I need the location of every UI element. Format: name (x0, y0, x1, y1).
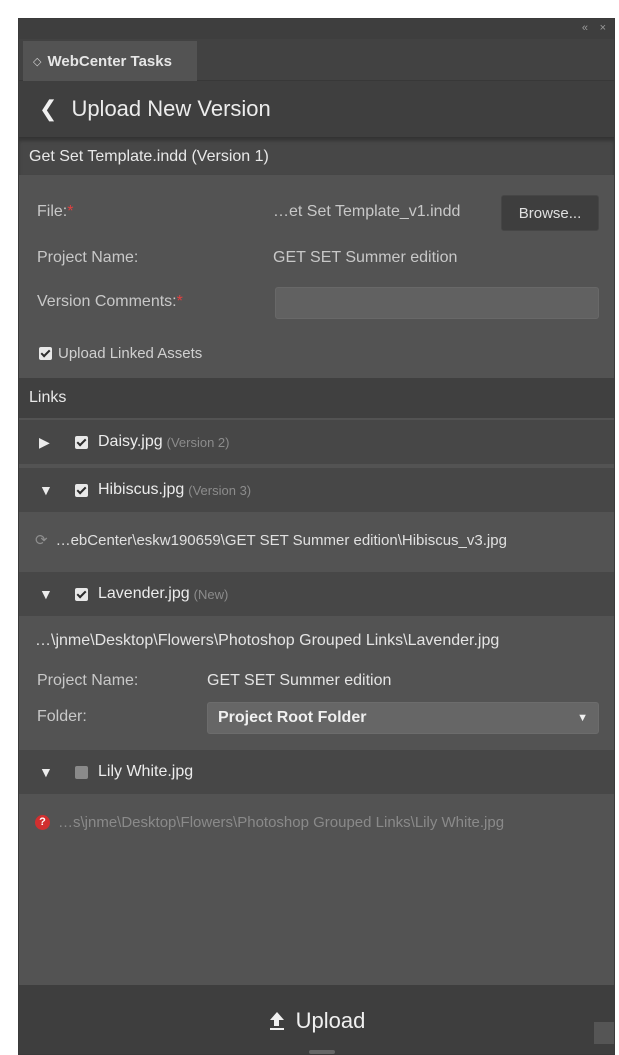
folder-select[interactable]: Project Root Folder ▼ (207, 702, 599, 734)
link-path: …\jnme\Desktop\Flowers\Photoshop Grouped… (35, 632, 500, 649)
tab-bar: ◇ WebCenter Tasks (19, 39, 614, 81)
empty-area (19, 851, 614, 985)
resize-handle[interactable] (594, 1022, 614, 1044)
collapse-panel-icon[interactable]: « (582, 22, 588, 34)
link-path-lily-white: ? …s\jnme\Desktop\Flowers\Photoshop Grou… (19, 794, 614, 850)
webcenter-tasks-panel: « × ◇ WebCenter Tasks ❮ Upload New Versi… (18, 18, 615, 1055)
link-name: Hibiscus.jpg (98, 481, 185, 498)
version-comments-label: Version Comments:* (37, 293, 183, 310)
collapse-triangle-icon[interactable]: ▼ (39, 482, 53, 498)
required-mark: * (176, 293, 183, 310)
tab-label: WebCenter Tasks (47, 52, 172, 70)
link-checkbox[interactable] (75, 435, 88, 449)
required-mark: * (67, 203, 74, 220)
link-item-hibiscus[interactable]: ▼ Hibiscus.jpg (Version 3) (19, 468, 614, 512)
link-item-lavender[interactable]: ▼ Lavender.jpg (New) (19, 572, 614, 616)
panel-title-strip: « × (19, 19, 614, 39)
upload-icon (269, 1011, 284, 1030)
close-panel-icon[interactable]: × (600, 22, 606, 34)
folder-label: Folder: (37, 708, 87, 725)
page-header: ❮ Upload New Version (19, 81, 614, 137)
link-path: …ebCenter\eskw190659\GET SET Summer edit… (55, 531, 507, 549)
link-version: (Version 3) (188, 482, 252, 498)
upload-linked-assets-label: Upload Linked Assets (58, 345, 203, 362)
upload-label: Upload (295, 1007, 366, 1033)
links-heading-bar: Links (19, 378, 614, 418)
link-checkbox[interactable] (75, 483, 88, 497)
file-value: …et Set Template_v1.indd (273, 203, 461, 220)
drag-grip[interactable] (309, 1050, 335, 1054)
document-title-bar: Get Set Template.indd (Version 1) (19, 137, 614, 175)
error-icon: ? (35, 814, 50, 830)
link-details-lavender: …\jnme\Desktop\Flowers\Photoshop Grouped… (19, 618, 614, 746)
project-name-value: GET SET Summer edition (207, 672, 392, 689)
chevron-down-icon: ▼ (577, 712, 588, 724)
upload-linked-assets-checkbox[interactable] (39, 347, 52, 360)
link-checkbox[interactable] (75, 765, 88, 779)
link-version: (Version 2) (166, 434, 230, 450)
project-name-label: Project Name: (37, 672, 139, 689)
link-name: Daisy.jpg (98, 433, 163, 450)
file-label: File:* (37, 203, 74, 220)
link-item-daisy[interactable]: ▶ Daisy.jpg (Version 2) (19, 420, 614, 464)
back-chevron-icon[interactable]: ❮ (39, 96, 57, 122)
upload-button[interactable]: Upload (19, 985, 614, 1054)
page-title: Upload New Version (71, 96, 271, 121)
tab-webcenter-tasks[interactable]: ◇ WebCenter Tasks (23, 41, 197, 81)
collapse-triangle-icon[interactable]: ▼ (39, 586, 53, 602)
version-comments-input[interactable] (275, 287, 599, 319)
link-name: Lily White.jpg (98, 763, 194, 780)
browse-button[interactable]: Browse... (501, 195, 599, 231)
collapse-triangle-icon[interactable]: ▼ (39, 764, 53, 780)
project-name-value: GET SET Summer edition (273, 249, 458, 266)
links-heading: Links (29, 389, 67, 406)
document-title: Get Set Template.indd (Version 1) (29, 147, 269, 165)
link-version: (New) (193, 586, 229, 602)
project-name-label: Project Name: (37, 249, 139, 266)
folder-select-value: Project Root Folder (218, 709, 367, 726)
tab-menu-icon: ◇ (33, 55, 42, 68)
link-path-hibiscus: ⟳ …ebCenter\eskw190659\GET SET Summer ed… (19, 514, 614, 566)
sync-icon: ⟳ (35, 532, 48, 549)
link-checkbox[interactable] (75, 587, 88, 601)
expand-triangle-icon[interactable]: ▶ (39, 434, 53, 451)
link-path: …s\jnme\Desktop\Flowers\Photoshop Groupe… (58, 813, 505, 831)
link-name: Lavender.jpg (98, 585, 190, 602)
link-item-lily-white[interactable]: ▼ Lily White.jpg (19, 750, 614, 794)
